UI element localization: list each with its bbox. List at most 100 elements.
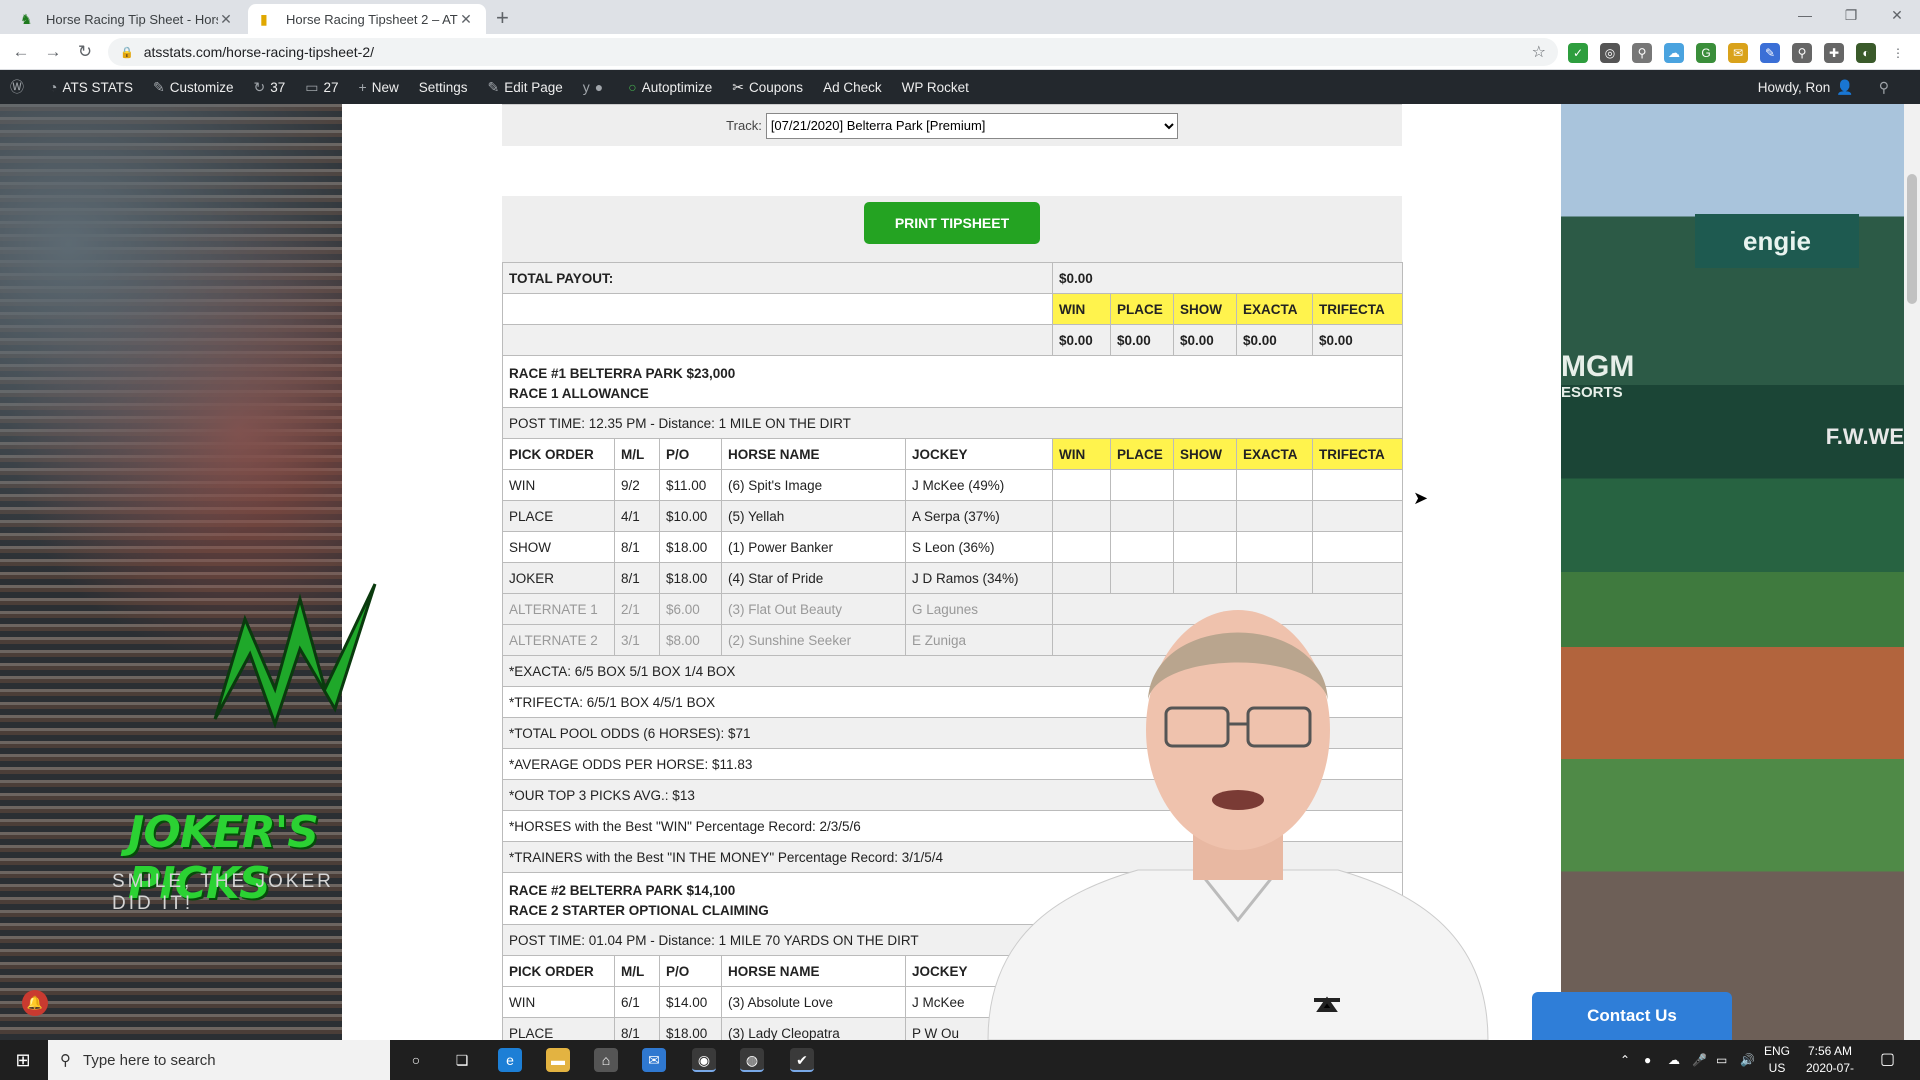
result-cell (1312, 531, 1403, 563)
cloud-extension-icon[interactable]: ☁ (1664, 43, 1684, 63)
checkmark-extension-icon[interactable]: ✓ (1568, 43, 1588, 63)
windows-start-icon[interactable]: ⊞ (0, 1040, 46, 1080)
blank-cell (502, 324, 1053, 356)
payout-odds: $18.00 (659, 531, 722, 563)
ats-app-icon[interactable]: ✔ (790, 1048, 814, 1072)
site-name-link[interactable]: ◔ ATS STATS (39, 70, 143, 104)
reload-icon[interactable]: ↻ (74, 41, 96, 63)
payout-place: $0.00 (1110, 324, 1174, 356)
zoom-extension-icon[interactable]: ⚲ (1632, 43, 1652, 63)
morning-line: 9/2 (614, 469, 660, 501)
close-window-icon[interactable]: ✕ (1874, 0, 1920, 30)
tray-app-icon[interactable]: ● (1644, 1040, 1651, 1080)
grammar-extension-icon[interactable]: G (1696, 43, 1716, 63)
back-icon[interactable]: ← (10, 41, 32, 63)
updates-link[interactable]: ↻ 37 (244, 70, 296, 104)
fw-sign: F.W.WE (1825, 424, 1904, 449)
col-pick-order: PICK ORDER (502, 955, 615, 987)
headphones-extension-icon[interactable]: ◎ (1600, 43, 1620, 63)
mgm-text: MGM (1561, 350, 1635, 383)
lock-icon[interactable]: 🔒 (120, 46, 134, 59)
horse-name: (5) Yellah (721, 500, 906, 532)
payout-header-win: WIN (1052, 293, 1111, 325)
race-1-title-row: RACE #1 BELTERRA PARK $23,000 RACE 1 ALL… (502, 355, 1403, 408)
language-indicator[interactable]: ENG US (1764, 1043, 1790, 1080)
wp-rocket-link[interactable]: WP Rocket (892, 70, 979, 104)
profile-avatar-icon[interactable]: ◐ (1856, 43, 1876, 63)
yoast-link[interactable]: y ● (573, 70, 618, 104)
taskbar-search-placeholder: Type here to search (83, 1051, 216, 1069)
bookmark-star-icon[interactable]: ☆ (1532, 42, 1546, 62)
jockey: A Serpa (37%) (905, 500, 1053, 532)
color-extension-icon[interactable]: ✎ (1760, 43, 1780, 63)
contact-us-button[interactable]: Contact Us (1532, 992, 1732, 1040)
tray-microphone-icon[interactable]: 🎤 (1692, 1040, 1707, 1080)
wordpress-logo[interactable]: Ⓦ (0, 70, 39, 104)
pick-order: ALTERNATE 1 (502, 593, 615, 625)
file-explorer-icon[interactable]: ▬ (546, 1048, 570, 1072)
store-icon[interactable]: ⌂ (594, 1048, 618, 1072)
edge-icon[interactable]: e (498, 1048, 522, 1072)
tab-horse-racing-tipsheet-2[interactable]: ▮ Horse Racing Tipsheet 2 – ATS ST ✕ (248, 4, 486, 34)
tray-cloud-icon[interactable]: ☁ (1668, 1040, 1680, 1080)
col-win: WIN (1052, 438, 1111, 470)
customize-link[interactable]: ✎ Customize (143, 70, 244, 104)
restore-icon[interactable]: ❐ (1828, 0, 1874, 30)
tray-volume-icon[interactable]: 🔊 (1740, 1040, 1755, 1080)
payout-header-place: PLACE (1110, 293, 1174, 325)
result-cell (1236, 562, 1313, 594)
new-tab-icon[interactable]: + (496, 5, 509, 31)
autoptimize-link[interactable]: ○ Autoptimize (618, 70, 722, 104)
ad-check-link[interactable]: Ad Check (813, 70, 892, 104)
print-tipsheet-button[interactable]: PRINT TIPSHEET (864, 202, 1040, 244)
close-tab-icon[interactable]: ✕ (458, 11, 474, 28)
tray-chevron-icon[interactable]: ⌃ (1620, 1040, 1630, 1080)
browser-menu-icon[interactable]: ⋮ (1888, 43, 1908, 63)
task-view-icon[interactable]: ❏ (450, 1048, 474, 1072)
wp-rocket-label: WP Rocket (901, 79, 969, 95)
payout-odds: $14.00 (659, 986, 722, 1018)
pick-order: JOKER (502, 562, 615, 594)
taskbar-search-box[interactable]: ⚲ Type here to search (48, 1040, 390, 1080)
settings-link[interactable]: Settings (409, 70, 478, 104)
cortana-icon[interactable]: ○ (404, 1048, 428, 1072)
site-favicon-icon: ▮ (260, 11, 268, 27)
new-content-link[interactable]: + New (349, 70, 409, 104)
taskbar-clock[interactable]: 7:56 AM 2020-07-21 (1800, 1043, 1860, 1080)
result-cell (1312, 500, 1403, 532)
webcam-presenter-overlay (987, 610, 1489, 1040)
mgm-subtext: ESORTS (1561, 384, 1623, 401)
search-icon: ⚲ (60, 1052, 71, 1069)
comments-link[interactable]: ▭ 27 (295, 70, 348, 104)
recorder-icon[interactable]: ◉ (692, 1048, 716, 1072)
tray-network-icon[interactable]: ▭ (1716, 1040, 1727, 1080)
account-link[interactable]: Howdy, Ron 👤 (1748, 70, 1869, 104)
forward-icon[interactable]: → (42, 41, 64, 63)
search-extension-icon[interactable]: ⚲ (1792, 43, 1812, 63)
chrome-icon[interactable]: ◍ (740, 1048, 764, 1072)
puzzle-extension-icon[interactable]: ✚ (1824, 43, 1844, 63)
scrollbar-thumb[interactable] (1907, 174, 1917, 304)
customize-label: Customize (169, 79, 234, 95)
notifications-icon[interactable]: ▢ (1880, 1040, 1895, 1080)
windows-taskbar: ⊞ ⚲ Type here to search ○ ❏ e ▬ ⌂ ✉ ◉ ◍ … (0, 1040, 1920, 1080)
admin-search-button[interactable]: ⚲ (1869, 70, 1904, 104)
payout-show: $0.00 (1173, 324, 1237, 356)
close-tab-icon[interactable]: ✕ (218, 11, 234, 28)
col-jockey: JOCKEY (905, 438, 1053, 470)
edit-page-link[interactable]: ✎ Edit Page (478, 70, 573, 104)
pick-order: WIN (502, 986, 615, 1018)
payout-values-row: $0.00 $0.00 $0.00 $0.00 $0.00 (502, 324, 1403, 356)
page-scrollbar[interactable] (1904, 104, 1920, 1040)
mail-icon[interactable]: ✉ (642, 1048, 666, 1072)
horse-name: (3) Flat Out Beauty (721, 593, 906, 625)
result-cell (1173, 531, 1237, 563)
clock-date: 2020-07-21 (1805, 1061, 1855, 1080)
tab-horse-racing-tip-sheet[interactable]: ♞ Horse Racing Tip Sheet - Horse R ✕ (8, 4, 246, 34)
notification-bell-icon[interactable]: 🔔 (22, 990, 48, 1016)
coupons-link[interactable]: ✂ Coupons (722, 70, 813, 104)
address-bar[interactable]: 🔒 atsstats.com/horse-racing-tipsheet-2/ … (108, 38, 1558, 66)
mail-extension-icon[interactable]: ✉ (1728, 43, 1748, 63)
minimize-icon[interactable]: — (1782, 0, 1828, 30)
track-select[interactable]: [07/21/2020] Belterra Park [Premium] (765, 112, 1178, 139)
